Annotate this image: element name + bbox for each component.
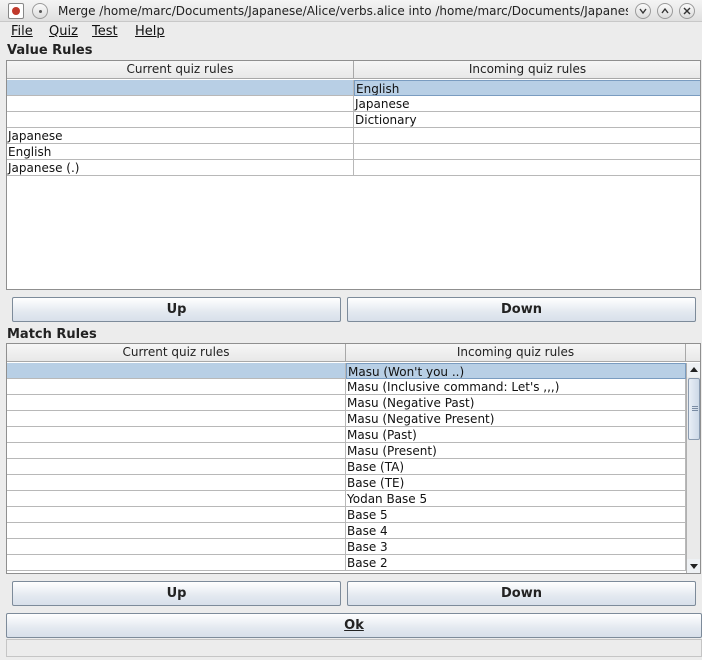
match-rule-incoming-cell[interactable]: Base 5 <box>346 507 686 523</box>
match-rule-incoming-cell[interactable]: Base 3 <box>346 539 686 555</box>
menu-test[interactable]: Test <box>92 24 118 39</box>
menu-file[interactable]: File <box>11 24 33 39</box>
chevron-down-icon <box>639 8 647 15</box>
match-rule-current-cell[interactable] <box>7 395 346 411</box>
match-rule-row[interactable]: Base (TA) <box>7 459 686 475</box>
scroll-down-button[interactable] <box>687 559 700 573</box>
match-rule-current-cell[interactable] <box>7 539 346 555</box>
window-title: Merge /home/marc/Documents/Japanese/Alic… <box>58 4 628 18</box>
value-rules-incoming-header[interactable]: Incoming quiz rules <box>354 61 700 79</box>
match-rule-current-cell[interactable] <box>7 443 346 459</box>
close-icon <box>683 7 691 15</box>
match-rule-incoming-cell[interactable]: Masu (Negative Past) <box>346 395 686 411</box>
menu-quiz-label: Quiz <box>49 24 78 39</box>
value-rules-current-header[interactable]: Current quiz rules <box>7 61 354 79</box>
match-rule-current-cell[interactable] <box>7 427 346 443</box>
value-rules-table[interactable]: Current quiz rules Incoming quiz rules E… <box>6 60 701 290</box>
title-bar[interactable]: Merge /home/marc/Documents/Japanese/Alic… <box>0 0 702 22</box>
close-button[interactable] <box>679 3 695 19</box>
value-rules-down-button[interactable]: Down <box>347 297 696 322</box>
match-rule-incoming-cell[interactable]: Masu (Won't you ..) <box>346 363 686 379</box>
chevron-up-icon <box>661 7 669 14</box>
menu-help[interactable]: Help <box>135 24 165 39</box>
value-rule-current-cell[interactable] <box>7 96 354 112</box>
value-rule-row[interactable]: English <box>7 144 700 160</box>
match-rule-current-cell[interactable] <box>7 363 346 379</box>
match-rule-row[interactable]: Masu (Negative Past) <box>7 395 686 411</box>
value-rules-up-button[interactable]: Up <box>12 297 341 322</box>
value-rules-heading: Value Rules <box>7 43 93 58</box>
menu-file-label: File <box>11 24 33 39</box>
scroll-thumb[interactable] <box>688 378 700 440</box>
match-rule-row[interactable]: Masu (Present) <box>7 443 686 459</box>
match-rule-row[interactable]: Base 5 <box>7 507 686 523</box>
menu-bar: File Quiz Test Help <box>0 22 702 42</box>
menu-help-label: Help <box>135 24 165 39</box>
match-rules-up-button[interactable]: Up <box>12 581 341 606</box>
value-rule-row[interactable]: Japanese <box>7 96 700 112</box>
window-menu-button[interactable] <box>32 3 48 19</box>
match-rule-incoming-cell[interactable]: Masu (Present) <box>346 443 686 459</box>
match-rules-table[interactable]: Current quiz rules Incoming quiz rules M… <box>6 343 701 574</box>
match-rule-row[interactable]: Masu (Negative Present) <box>7 411 686 427</box>
ok-button[interactable]: Ok <box>6 613 702 638</box>
match-rule-row[interactable]: Masu (Inclusive command: Let's ,,,) <box>7 379 686 395</box>
menu-test-label: Test <box>92 24 118 39</box>
match-rule-incoming-cell[interactable]: Base (TA) <box>346 459 686 475</box>
match-rules-scrollbar[interactable] <box>686 363 700 573</box>
match-rule-incoming-cell[interactable]: Masu (Negative Present) <box>346 411 686 427</box>
match-rule-row[interactable]: Base 4 <box>7 523 686 539</box>
match-rules-incoming-header[interactable]: Incoming quiz rules <box>346 344 686 362</box>
status-bar <box>6 639 702 657</box>
value-rule-incoming-cell[interactable] <box>354 144 700 160</box>
match-rule-row[interactable]: Base 3 <box>7 539 686 555</box>
java-app-icon <box>8 3 24 19</box>
match-rule-current-cell[interactable] <box>7 459 346 475</box>
match-rule-current-cell[interactable] <box>7 475 346 491</box>
value-rule-row[interactable]: English <box>7 80 700 96</box>
match-rule-current-cell[interactable] <box>7 379 346 395</box>
match-rule-incoming-cell[interactable]: Base 4 <box>346 523 686 539</box>
value-rule-current-cell[interactable] <box>7 80 354 96</box>
value-rule-row[interactable]: Dictionary <box>7 112 700 128</box>
value-rule-row[interactable]: Japanese <box>7 128 700 144</box>
triangle-up-icon <box>690 367 698 372</box>
match-rule-incoming-cell[interactable]: Base 2 <box>346 555 686 571</box>
match-rule-row[interactable]: Base 2 <box>7 555 686 571</box>
maximize-button[interactable] <box>657 3 673 19</box>
scroll-up-button[interactable] <box>687 363 700 377</box>
match-rule-current-cell[interactable] <box>7 523 346 539</box>
value-rule-current-cell[interactable] <box>7 112 354 128</box>
match-rule-incoming-cell[interactable]: Masu (Past) <box>346 427 686 443</box>
value-rule-incoming-cell[interactable]: English <box>354 80 700 96</box>
match-rule-current-cell[interactable] <box>7 411 346 427</box>
value-rule-incoming-cell[interactable]: Japanese <box>354 96 700 112</box>
match-rules-current-header[interactable]: Current quiz rules <box>7 344 346 362</box>
table-corner <box>686 344 700 362</box>
match-rule-row[interactable]: Masu (Won't you ..) <box>7 363 686 379</box>
value-rule-current-cell[interactable]: Japanese (.) <box>7 160 354 176</box>
triangle-down-icon <box>690 564 698 569</box>
match-rule-incoming-cell[interactable]: Masu (Inclusive command: Let's ,,,) <box>346 379 686 395</box>
value-rule-incoming-cell[interactable]: Dictionary <box>354 112 700 128</box>
match-rule-incoming-cell[interactable]: Base (TE) <box>346 475 686 491</box>
match-rules-heading: Match Rules <box>7 327 97 342</box>
ok-button-label: Ok <box>344 618 364 633</box>
value-rule-current-cell[interactable]: Japanese <box>7 128 354 144</box>
match-rule-row[interactable]: Base (TE) <box>7 475 686 491</box>
match-rule-row[interactable]: Masu (Past) <box>7 427 686 443</box>
value-rule-incoming-cell[interactable] <box>354 160 700 176</box>
match-rule-incoming-cell[interactable]: Yodan Base 5 <box>346 491 686 507</box>
match-rules-down-button[interactable]: Down <box>347 581 696 606</box>
menu-quiz[interactable]: Quiz <box>49 24 78 39</box>
match-rule-row[interactable]: Yodan Base 5 <box>7 491 686 507</box>
value-rule-current-cell[interactable]: English <box>7 144 354 160</box>
match-rule-current-cell[interactable] <box>7 491 346 507</box>
minimize-button[interactable] <box>635 3 651 19</box>
match-rule-current-cell[interactable] <box>7 507 346 523</box>
match-rule-current-cell[interactable] <box>7 555 346 571</box>
value-rule-row[interactable]: Japanese (.) <box>7 160 700 176</box>
value-rule-incoming-cell[interactable] <box>354 128 700 144</box>
